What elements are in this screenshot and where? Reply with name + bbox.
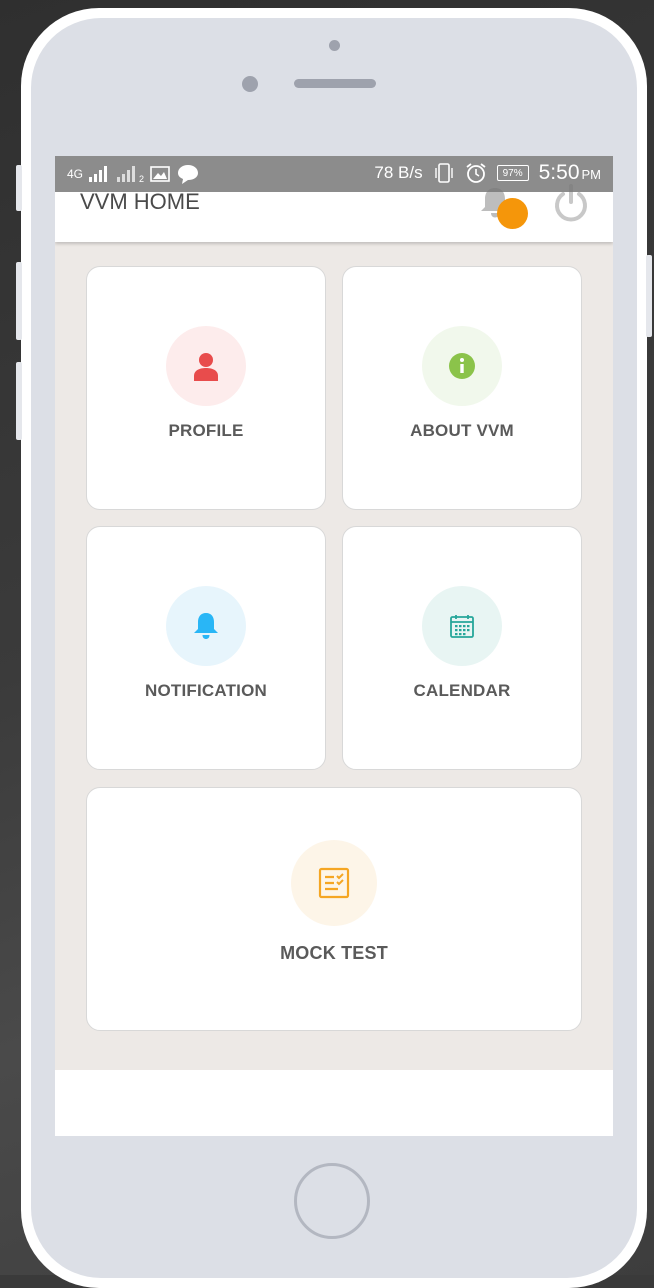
calendar-tile[interactable]: CALENDAR	[342, 526, 582, 770]
vibrate-icon	[434, 163, 453, 183]
chat-icon	[178, 165, 199, 184]
notification-icon-circle	[166, 586, 246, 666]
mock-test-icon-circle	[291, 840, 377, 926]
person-icon	[194, 353, 218, 381]
about-tile[interactable]: ABOUT VVM	[342, 266, 582, 510]
home-button[interactable]	[294, 1163, 370, 1239]
network-type: 4G	[67, 167, 84, 181]
checklist-icon	[318, 867, 350, 899]
signal-sim2-icon	[117, 166, 136, 182]
phone-screen: 4G 2 78 B/s 97% 5:50 PM VVM HOME PROFILE…	[55, 156, 613, 1136]
mute-switch	[16, 165, 22, 211]
volume-up-button	[16, 262, 22, 340]
profile-icon-circle	[166, 326, 246, 406]
page-title: VVM HOME	[80, 189, 200, 214]
sim2-label: 2	[139, 174, 145, 184]
image-icon	[150, 166, 170, 182]
status-bar: 4G 2 78 B/s 97% 5:50 PM	[55, 156, 613, 192]
tile-label: ABOUT VVM	[410, 421, 514, 440]
earpiece-speaker	[294, 79, 376, 88]
clock: 5:50 PM	[539, 161, 601, 185]
signal-icon	[89, 166, 108, 182]
tile-label: NOTIFICATION	[144, 681, 267, 700]
tile-label: PROFILE	[168, 421, 244, 440]
bell-icon	[194, 613, 218, 639]
front-camera	[242, 76, 258, 92]
volume-down-button	[16, 362, 22, 440]
notification-badge	[497, 198, 528, 229]
calendar-icon	[450, 615, 474, 638]
power-side-button	[646, 255, 652, 337]
battery-level: 97%	[502, 167, 523, 179]
tile-label: CALENDAR	[413, 681, 511, 700]
battery-indicator: 97%	[496, 165, 529, 181]
clock-ampm: PM	[581, 167, 602, 182]
profile-tile[interactable]: PROFILE	[86, 266, 326, 510]
notification-tile[interactable]: NOTIFICATION	[86, 526, 326, 770]
proximity-sensor	[329, 40, 340, 51]
calendar-icon-circle	[422, 586, 502, 666]
network-speed: 78 B/s	[374, 163, 423, 182]
info-icon	[449, 353, 475, 379]
clock-time: 5:50	[538, 161, 580, 184]
bottom-area	[55, 1070, 613, 1136]
tile-label: MOCK TEST	[280, 943, 388, 963]
dashboard-grid: PROFILE ABOUT VVM NOTIFICATION CALENDAR …	[55, 242, 613, 1070]
alarm-icon	[466, 163, 486, 183]
about-icon-circle	[422, 326, 502, 406]
mock-test-tile[interactable]: MOCK TEST	[86, 787, 582, 1031]
